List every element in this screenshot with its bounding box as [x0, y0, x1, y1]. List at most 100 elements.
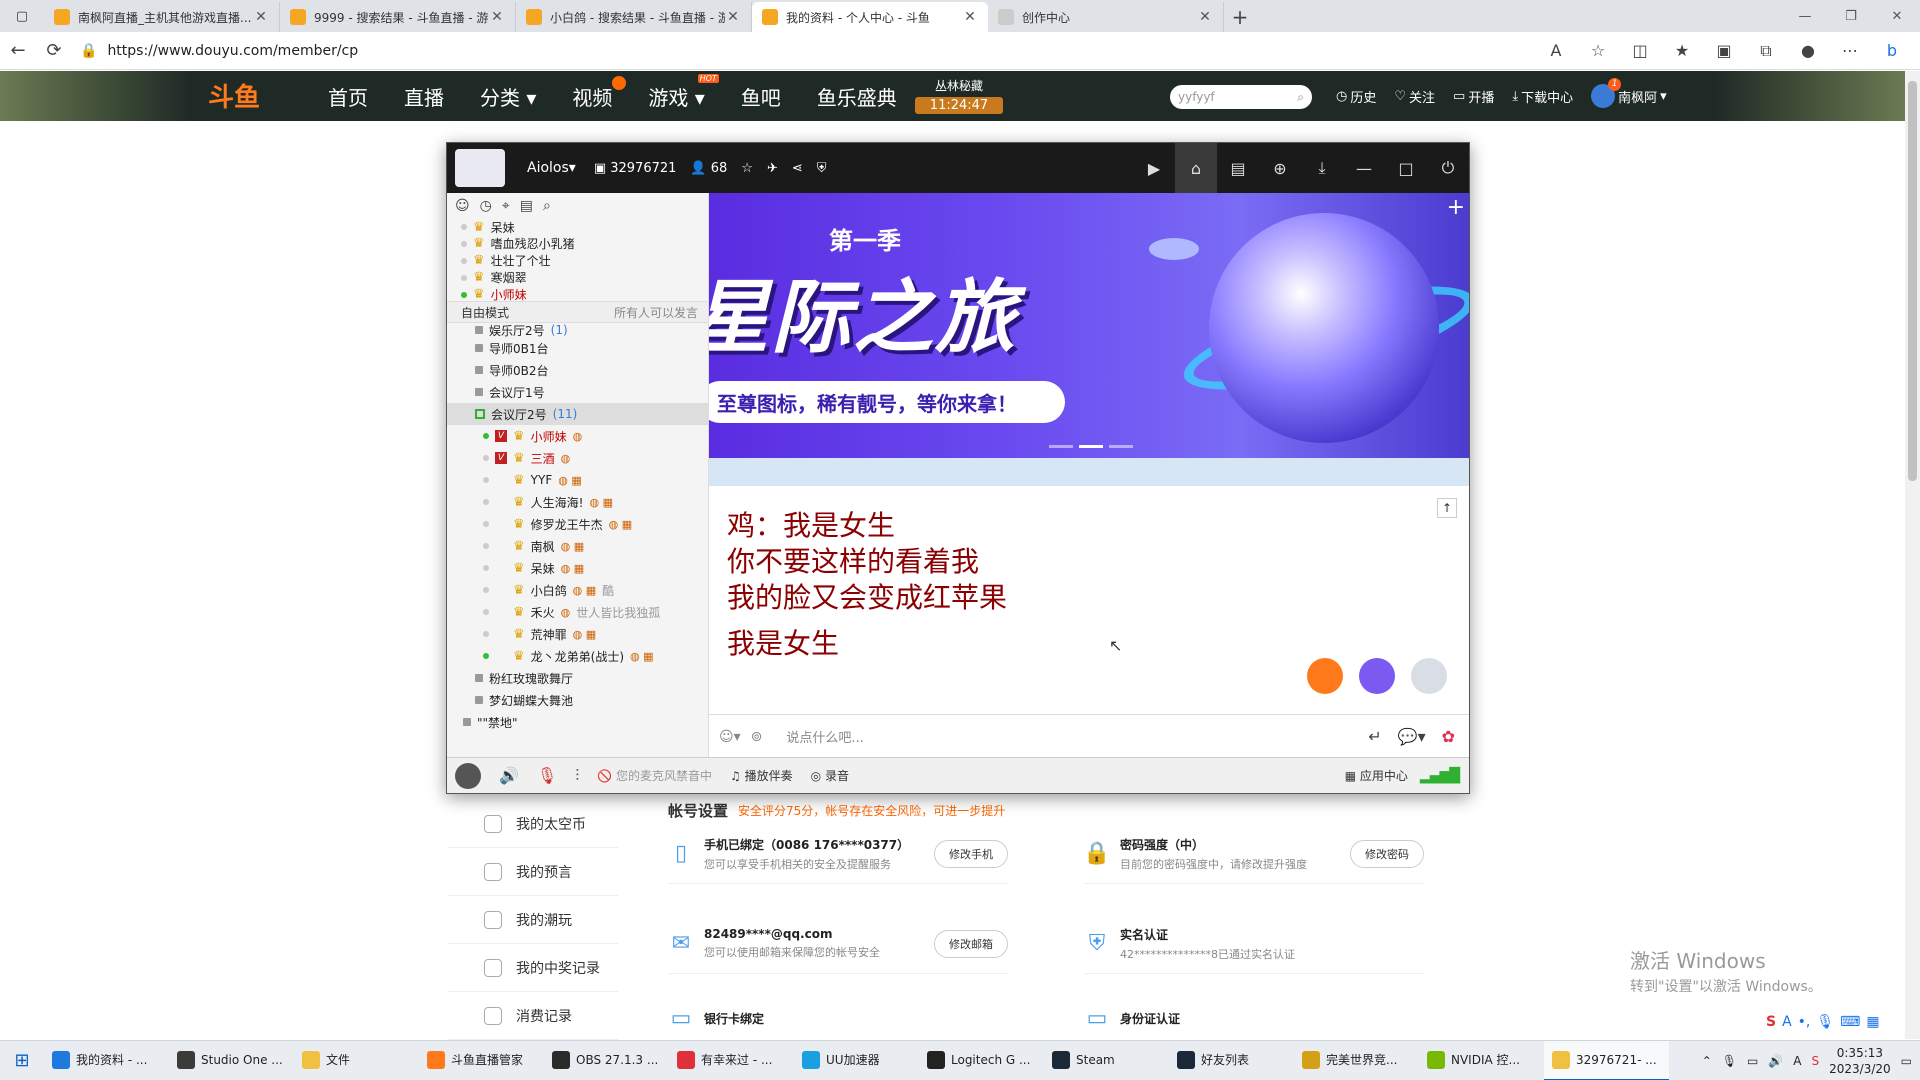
accompany-button[interactable]: ♫ 播放伴奏: [730, 767, 793, 784]
history-link[interactable]: ◷ 历史: [1336, 87, 1376, 106]
browser-tab[interactable]: 南枫阿直播_主机其他游戏直播... ✕: [44, 2, 280, 32]
member-item[interactable]: ♛ 小白鸽 ◍ ▦ 酷: [447, 579, 708, 601]
restore-icon[interactable]: ❐: [1828, 0, 1874, 32]
shield-info-icon[interactable]: ⛨: [817, 161, 827, 176]
gift-icon[interactable]: [1411, 658, 1447, 694]
split-screen-icon[interactable]: ◫: [1620, 36, 1660, 66]
menu-toys[interactable]: 我的潮玩: [448, 896, 618, 944]
new-tab-button[interactable]: +: [1224, 2, 1256, 32]
refresh-icon[interactable]: ⟳: [36, 36, 72, 66]
member-item[interactable]: ♛ 修罗龙王牛杰 ◍ ▦: [447, 513, 708, 535]
nav-festival[interactable]: 鱼乐盛典: [817, 82, 897, 111]
carousel-dot[interactable]: [1109, 445, 1133, 448]
nav-game[interactable]: 游戏 ▾ HOT: [648, 73, 719, 111]
gamepad-icon[interactable]: ⊕: [1259, 143, 1301, 193]
sogou-icon[interactable]: S: [1766, 1014, 1776, 1030]
change-password-button[interactable]: 修改密码: [1350, 839, 1424, 868]
member-item[interactable]: ♛ 人生海海! ◍ ▦: [447, 491, 708, 513]
member-item[interactable]: ♛ YYF ◍ ▦: [447, 469, 708, 491]
emoji-icon[interactable]: ☺▾: [719, 729, 741, 745]
browser-tab[interactable]: 小白鸽 - 搜索结果 - 斗鱼直播 - 游... ✕: [516, 2, 752, 32]
list-item[interactable]: ♛ 呆妹: [461, 219, 708, 235]
channel-item-selected[interactable]: 会议厅2号 (11): [447, 403, 708, 425]
taskbar-item[interactable]: 完美世界竞...: [1294, 1041, 1419, 1080]
nav-fishbar[interactable]: 鱼吧: [741, 82, 781, 111]
follow-link[interactable]: ♡ 关注: [1394, 87, 1435, 106]
ime-skin-icon[interactable]: ▦: [1866, 1014, 1879, 1030]
close-tab-icon[interactable]: ✕: [489, 9, 505, 25]
favorites-icon[interactable]: ★: [1662, 36, 1702, 66]
collections-icon[interactable]: ▣: [1704, 36, 1744, 66]
browser-tab[interactable]: 9999 - 搜索结果 - 斗鱼直播 - 游... ✕: [280, 2, 516, 32]
list-item[interactable]: ♛ 嗜血残忍小乳猪: [461, 235, 708, 252]
volume-icon[interactable]: 🔊: [1768, 1054, 1783, 1068]
nav-video[interactable]: 视频: [572, 75, 627, 111]
members-tab-icon[interactable]: ☺: [455, 198, 470, 214]
plane-icon[interactable]: ✈: [767, 161, 778, 176]
carousel-dot[interactable]: [1049, 445, 1073, 448]
carousel-dot-active[interactable]: [1079, 445, 1103, 448]
more-menu-icon[interactable]: ⋯: [1830, 36, 1870, 66]
promo-banner-yy[interactable]: 第一季 星际之旅 至尊图标，稀有靓号，等你来拿！ +: [709, 193, 1469, 458]
back-icon[interactable]: ←: [0, 36, 36, 66]
board-icon[interactable]: ▤: [1217, 143, 1259, 193]
member-item[interactable]: V ♛ 小师妹 ◍: [447, 425, 708, 447]
yy-user[interactable]: Aiolos▾: [527, 160, 576, 176]
channel-item[interactable]: ""禁地": [447, 711, 708, 733]
gift-icon[interactable]: [1307, 658, 1343, 694]
sogou-tray-icon[interactable]: S: [1812, 1054, 1820, 1068]
list-item[interactable]: ♛ 小师妹: [461, 286, 708, 301]
channel-item[interactable]: 导师0B1台: [447, 337, 708, 359]
taskbar-item[interactable]: UU加速器: [794, 1041, 919, 1080]
chat-input[interactable]: 说点什么吧...: [786, 727, 863, 746]
taskbar-item[interactable]: 有幸来过 - ...: [669, 1041, 794, 1080]
ime-mic-icon[interactable]: 🎙: [1816, 1014, 1834, 1030]
record-button[interactable]: ◎ 录音: [811, 767, 849, 784]
flower-icon[interactable]: ✿: [1442, 727, 1455, 746]
gift-icon[interactable]: [1359, 658, 1395, 694]
douyu-logo[interactable]: 斗鱼: [208, 77, 296, 113]
profile-icon[interactable]: ●: [1788, 36, 1828, 66]
notification-icon[interactable]: ▭: [1901, 1054, 1912, 1068]
menu-prize-records[interactable]: 我的中奖记录: [448, 944, 618, 992]
video-icon[interactable]: ▶: [1133, 143, 1175, 193]
url-field[interactable]: 🔒 https://www.douyu.com/member/cp: [72, 37, 1536, 65]
start-live-link[interactable]: ▭ 开播: [1453, 87, 1494, 106]
channel-item[interactable]: 会议厅1号: [447, 381, 708, 403]
member-item[interactable]: ♛ 禾火 ◍ 世人皆比我独孤: [447, 601, 708, 623]
add-icon[interactable]: +: [1447, 195, 1465, 220]
notice-tab-icon[interactable]: ▤: [520, 198, 533, 214]
menu-spending[interactable]: 消费记录: [448, 992, 618, 1040]
member-item[interactable]: V ♛ 三酒 ◍: [447, 447, 708, 469]
menu-space-coin[interactable]: 我的太空币: [448, 800, 618, 848]
channel-item[interactable]: 导师0B2台: [447, 359, 708, 381]
list-item[interactable]: ♛ 寒烟翠: [461, 269, 708, 286]
close-tab-icon[interactable]: ✕: [962, 9, 978, 25]
channel-item[interactable]: 梦幻蝴蝶大舞池: [447, 689, 708, 711]
recent-tab-icon[interactable]: ◷: [480, 198, 492, 214]
ime-indicator[interactable]: A: [1793, 1054, 1801, 1068]
download-link[interactable]: ⤓ 下载中心: [1512, 87, 1573, 106]
minimize-icon[interactable]: —: [1343, 143, 1385, 193]
ime-lang-icon[interactable]: A: [1782, 1014, 1792, 1030]
taskbar-item[interactable]: 好友列表: [1169, 1041, 1294, 1080]
taskbar-item[interactable]: 文件: [294, 1041, 419, 1080]
scroll-top-icon[interactable]: ↑: [1437, 498, 1457, 518]
channel-item[interactable]: 粉红玫瑰歌舞厅: [447, 667, 708, 689]
taskbar-item[interactable]: 斗鱼直播管家: [419, 1041, 544, 1080]
extensions-icon[interactable]: ⧉: [1746, 36, 1786, 66]
search-icon[interactable]: ⌕: [543, 198, 551, 214]
clock[interactable]: 0:35:13 2023/3/20: [1829, 1045, 1891, 1077]
minimize-icon[interactable]: —: [1782, 0, 1828, 32]
list-item[interactable]: ♛ 壮壮了个壮: [461, 252, 708, 269]
taskbar-item[interactable]: Steam: [1044, 1041, 1169, 1080]
favorite-icon[interactable]: ☆: [741, 161, 753, 176]
browser-tab[interactable]: 创作中心 ✕: [988, 2, 1224, 32]
ime-keyboard-icon[interactable]: ⌨: [1840, 1014, 1860, 1030]
room-logo[interactable]: [455, 149, 505, 187]
member-item[interactable]: ♛ 龙丶龙弟弟(战士) ◍ ▦: [447, 645, 708, 667]
translate-icon[interactable]: ⊚: [751, 729, 763, 745]
taskbar-item[interactable]: OBS 27.1.3 ...: [544, 1041, 669, 1080]
promo-banner[interactable]: 丛林秘藏 11:24:47: [915, 77, 1003, 114]
taskbar-item[interactable]: 我的资料 - ...: [44, 1041, 169, 1080]
